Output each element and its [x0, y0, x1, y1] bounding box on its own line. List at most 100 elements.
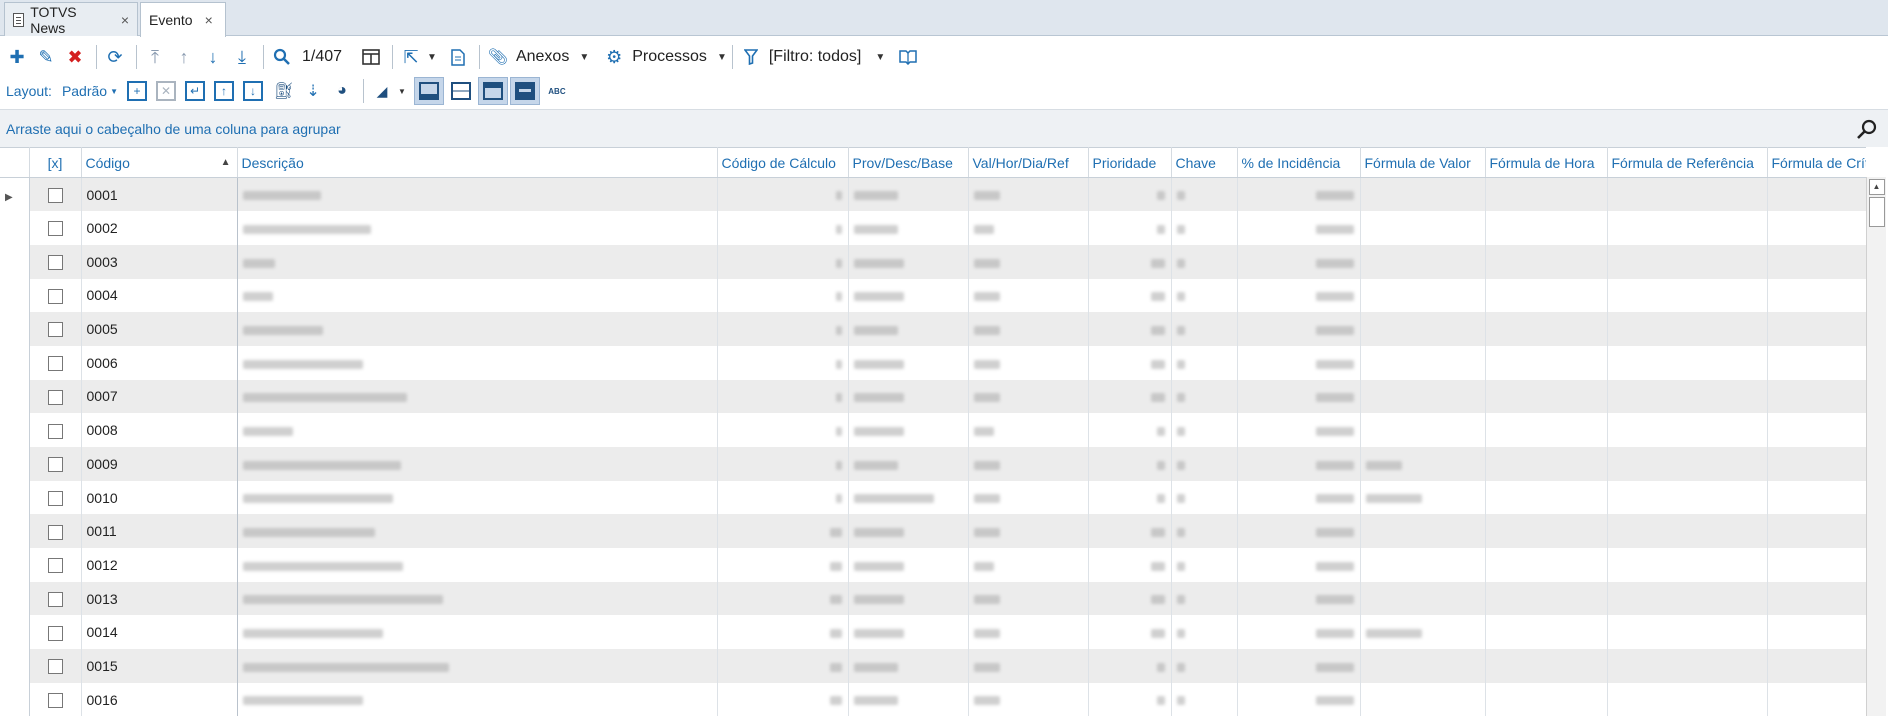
row-checkbox[interactable]: [47, 255, 63, 271]
chevron-down-icon[interactable]: ▼: [427, 52, 437, 63]
row-select-cell[interactable]: [29, 682, 82, 716]
column-header-formula-valor[interactable]: Fórmula de Valor: [1360, 147, 1486, 178]
last-record-icon[interactable]: ⤓: [229, 43, 255, 71]
table-row[interactable]: 0009: [0, 447, 1866, 481]
tab-evento[interactable]: Evento ×: [140, 2, 226, 37]
table-row[interactable]: 0006: [0, 345, 1866, 380]
color-icon[interactable]: ◕: [329, 77, 355, 105]
row-select-cell[interactable]: [29, 211, 82, 245]
row-select-cell[interactable]: [29, 447, 82, 481]
processos-button[interactable]: ⚙ Processos ▼: [601, 43, 727, 71]
next-record-icon[interactable]: ↓: [200, 43, 226, 71]
table-row[interactable]: 0008: [0, 413, 1866, 447]
row-select-cell[interactable]: [29, 480, 82, 515]
row-select-cell[interactable]: [29, 514, 82, 549]
row-checkbox[interactable]: [47, 288, 63, 304]
row-checkbox[interactable]: [47, 389, 63, 405]
filter-button[interactable]: [Filtro: todos] ▼: [738, 43, 885, 71]
footer-toggle-icon[interactable]: [413, 77, 444, 105]
table-row[interactable]: 0012: [0, 548, 1866, 582]
row-checkbox[interactable]: [47, 457, 63, 473]
export-icon[interactable]: ⇱: [398, 43, 424, 71]
anexos-button[interactable]: 📎︎ Anexos ▼: [485, 43, 589, 71]
column-header-val-hor-dia-ref[interactable]: Val/Hor/Dia/Ref: [968, 147, 1089, 178]
column-header-incidencia[interactable]: % de Incidência: [1237, 147, 1361, 178]
group-by-panel[interactable]: Arraste aqui o cabeçalho de uma coluna p…: [0, 109, 1888, 147]
report-icon[interactable]: [445, 43, 471, 71]
row-select-cell[interactable]: [29, 649, 82, 683]
header-toggle-icon[interactable]: [477, 77, 508, 105]
row-checkbox[interactable]: [47, 221, 63, 237]
vertical-scrollbar[interactable]: ▲: [1866, 177, 1886, 716]
column-header-codigo[interactable]: Código ▲: [81, 147, 238, 178]
row-checkbox[interactable]: [47, 423, 63, 439]
table-row[interactable]: 0004: [0, 278, 1866, 313]
column-header-formula-critica[interactable]: Fórmula de Crítica: [1767, 147, 1866, 178]
save-layout-icon[interactable]: ↵: [185, 81, 206, 101]
search-icon[interactable]: [269, 43, 295, 71]
pin-icon[interactable]: ⇣: [300, 77, 326, 105]
close-icon[interactable]: ×: [121, 12, 129, 28]
column-header-select[interactable]: [x]: [29, 147, 82, 178]
row-select-cell[interactable]: [29, 413, 82, 447]
column-header-chave[interactable]: Chave: [1171, 147, 1238, 178]
search-icon[interactable]: [1856, 118, 1878, 140]
row-checkbox[interactable]: [47, 187, 63, 203]
table-row[interactable]: 0002: [0, 211, 1866, 245]
column-header-descricao[interactable]: Descrição: [237, 147, 718, 178]
row-select-cell[interactable]: [29, 581, 82, 616]
row-checkbox[interactable]: [47, 591, 63, 607]
upload-layout-icon[interactable]: ↑: [214, 81, 235, 101]
chart-icon[interactable]: ◢: [369, 77, 395, 105]
column-header-prov-desc-base[interactable]: Prov/Desc/Base: [848, 147, 969, 178]
table-row[interactable]: 0015: [0, 649, 1866, 683]
row-checkbox[interactable]: [47, 693, 63, 709]
table-row[interactable]: 0005: [0, 312, 1866, 346]
row-checkbox[interactable]: [47, 322, 63, 338]
refresh-icon[interactable]: ⟳: [102, 43, 128, 71]
columns-icon[interactable]: [358, 43, 384, 71]
column-header-prioridade[interactable]: Prioridade: [1088, 147, 1172, 178]
book-icon[interactable]: [895, 43, 921, 71]
scroll-up-icon[interactable]: ▲: [1868, 179, 1885, 195]
row-select-cell[interactable]: [29, 379, 82, 414]
edit-icon[interactable]: ✎: [33, 43, 59, 71]
group-panel-toggle-icon[interactable]: [509, 77, 540, 105]
row-checkbox[interactable]: [47, 356, 63, 372]
table-row[interactable]: ▶ 0001: [0, 177, 1866, 212]
row-checkbox[interactable]: [47, 659, 63, 675]
table-row[interactable]: 0013: [0, 581, 1866, 616]
previous-record-icon[interactable]: ↑: [171, 43, 197, 71]
delete-icon[interactable]: ✖: [62, 43, 88, 71]
row-select-cell[interactable]: [29, 548, 82, 582]
column-header-codigo-calculo[interactable]: Código de Cálculo: [717, 147, 849, 178]
table-row[interactable]: 0007: [0, 379, 1866, 414]
chevron-down-icon[interactable]: ▼: [398, 87, 406, 96]
table-row[interactable]: 0010: [0, 480, 1866, 515]
scroll-thumb[interactable]: [1868, 197, 1885, 227]
column-header-formula-referencia[interactable]: Fórmula de Referência: [1607, 147, 1768, 178]
table-row[interactable]: 0016: [0, 682, 1866, 716]
row-checkbox[interactable]: [47, 524, 63, 540]
close-icon[interactable]: ×: [205, 12, 213, 28]
row-select-cell[interactable]: [29, 244, 82, 279]
download-layout-icon[interactable]: ↓: [243, 81, 264, 101]
paint-icon[interactable]: ⛽︎: [271, 77, 297, 105]
row-select-cell[interactable]: [29, 312, 82, 346]
tab-totvs-news[interactable]: TOTVS News ×: [4, 2, 138, 36]
row-checkbox[interactable]: [47, 490, 63, 506]
layout-select[interactable]: Padrão: [62, 83, 107, 99]
group-footer-toggle-icon[interactable]: [446, 77, 476, 105]
table-row[interactable]: 0003: [0, 244, 1866, 279]
chevron-down-icon[interactable]: ▼: [110, 87, 118, 96]
row-select-cell[interactable]: [29, 615, 82, 650]
add-icon[interactable]: ✚: [4, 43, 30, 71]
table-row[interactable]: 0014: [0, 615, 1866, 650]
first-record-icon[interactable]: ⤒: [142, 43, 168, 71]
row-select-cell[interactable]: [29, 345, 82, 380]
row-select-cell[interactable]: [29, 278, 82, 313]
table-row[interactable]: 0011: [0, 514, 1866, 549]
auto-filter-abc-icon[interactable]: ABC: [544, 77, 570, 105]
new-layout-icon[interactable]: +: [127, 81, 148, 101]
column-header-formula-hora[interactable]: Fórmula de Hora: [1485, 147, 1608, 178]
